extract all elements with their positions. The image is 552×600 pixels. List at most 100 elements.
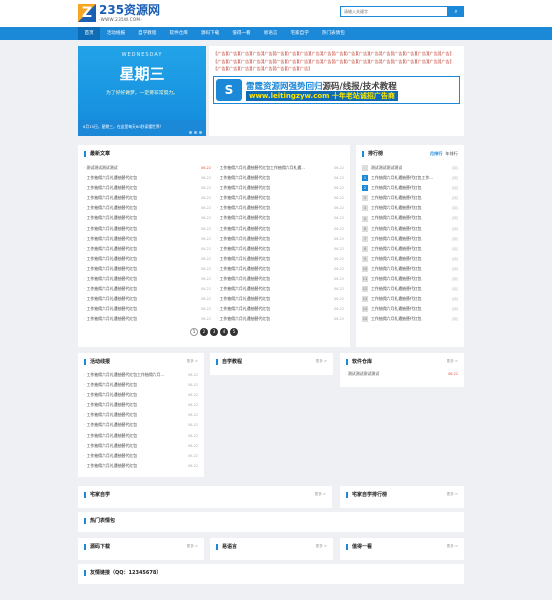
list-item[interactable]: 工作抽佣六月礼遇抽替代红包 06-22 (84, 213, 211, 223)
yi-more-link[interactable]: 更多 > (316, 544, 327, 549)
ad-link[interactable]: 【广告】 (437, 58, 454, 66)
search-button[interactable]: ⌕ (448, 6, 464, 17)
list-item[interactable]: 工作抽佣六月礼遇抽替代红包 06-22 (84, 390, 198, 400)
rank-item[interactable]: 4 工作抽佣六月礼遇抽替代红包 [阅] (362, 203, 458, 213)
list-item[interactable]: 工作抽佣六月礼遇抽替代红包 06-22 (84, 234, 211, 244)
rank-item[interactable]: 2 工作抽佣六月礼遇抽替代红包 [阅] (362, 183, 458, 193)
list-item[interactable]: 工作抽佣六月礼遇抽替代红包 06-22 (84, 294, 211, 304)
list-item[interactable]: 工作抽佣六月礼遇抽替代红包 06-22 (217, 294, 344, 304)
ad-link[interactable]: 【广告】 (225, 58, 242, 66)
list-item[interactable]: 工作抽佣六月礼遇抽替代红包 06-22 (217, 284, 344, 294)
zhaijia-rank-more-link[interactable]: 更多 > (447, 492, 458, 497)
nav-item[interactable]: 自学教程 (132, 27, 163, 40)
rank-item[interactable]: 14 工作抽佣六月礼遇抽替代红包 [阅] (362, 304, 458, 314)
ad-banner[interactable]: S 雷霆资源网强势回归源码/线报/技术教程 www.leitingzyw.com… (213, 75, 460, 104)
ad-link[interactable]: 【广告】 (402, 58, 419, 66)
software-more-link[interactable]: 更多 > (447, 359, 458, 364)
ad-link[interactable]: 【广告】 (284, 58, 301, 66)
ad-link[interactable]: 【广告】 (425, 58, 442, 66)
rank-item[interactable]: 11 工作抽佣六月礼遇抽替代红包 [阅] (362, 274, 458, 284)
list-item[interactable]: 工作抽佣六月礼遇抽替代红包 06-22 (84, 410, 198, 420)
list-item[interactable]: 工作抽佣六月礼遇抽替代红包 06-22 (217, 173, 344, 183)
nav-item[interactable]: 易语言 (257, 27, 284, 40)
list-item[interactable]: 工作抽佣六月礼遇抽替代红包工作抽佣六月礼遇... 06-22 (217, 163, 344, 173)
rank-item[interactable]: 9 工作抽佣六月礼遇抽替代红包 [阅] (362, 254, 458, 264)
nav-item[interactable]: 热门表情包 (315, 27, 351, 40)
ad-link[interactable]: 【广告】 (331, 58, 348, 66)
list-item[interactable]: 工作抽佣六月礼遇抽替代红包 06-22 (84, 314, 211, 324)
rank-item[interactable]: 1 工作抽佣六月礼遇抽替代红包工作... [阅] (362, 173, 458, 183)
carousel-dots[interactable] (189, 131, 202, 134)
list-item[interactable]: 工作抽佣六月礼遇抽替代红包 06-22 (217, 203, 344, 213)
ad-link[interactable]: 【广告】 (319, 58, 336, 66)
ad-link[interactable]: 【广告】 (248, 50, 265, 58)
list-item[interactable]: 工作抽佣六月礼遇抽替代红包 06-22 (217, 213, 344, 223)
ad-link[interactable]: 【广告】 (260, 65, 277, 73)
nav-item[interactable]: 源码下载 (194, 27, 225, 40)
list-item[interactable]: 工作抽佣六月礼遇抽替代红包 06-22 (84, 420, 198, 430)
ad-link[interactable]: 【广告】 (366, 50, 383, 58)
ad-link[interactable]: 【广告】 (237, 58, 254, 66)
ad-link[interactable]: 【广告】 (355, 50, 372, 58)
zhaijia-more-link[interactable]: 更多 > (315, 492, 326, 497)
ad-link[interactable]: 【广告】 (402, 50, 419, 58)
list-item[interactable]: 工作抽佣六月礼遇抽替代红包 06-22 (84, 380, 198, 390)
code-more-link[interactable]: 更多 > (187, 544, 198, 549)
list-item[interactable]: 工作抽佣六月礼遇抽替代红包 06-22 (84, 431, 198, 441)
page-button[interactable]: 2 (200, 327, 208, 336)
ad-link[interactable]: 【广告】 (414, 50, 431, 58)
list-item[interactable]: 工作抽佣六月礼遇抽替代红包 06-22 (217, 254, 344, 264)
list-item[interactable]: 工作抽佣六月礼遇抽替代红包 06-22 (217, 234, 344, 244)
list-item[interactable]: 工作抽佣六月礼遇抽替代红包 06-22 (217, 264, 344, 274)
nav-item[interactable]: 宅家自学 (284, 27, 315, 40)
ad-link[interactable]: 【广告】 (272, 58, 289, 66)
tab-monthly[interactable]: 月排行 (430, 151, 443, 157)
ad-link[interactable]: 【广告】 (225, 65, 242, 73)
list-item[interactable]: 测试测试测试测试 06-22 (84, 163, 211, 173)
list-item[interactable]: 工作抽佣六月礼遇抽替代红包 06-22 (84, 173, 211, 183)
hero-banner[interactable]: WEDNESDAY 星期三 为了好好做梦，一定要非常努力。 6月15日，星期三，… (78, 46, 206, 136)
rank-item[interactable]: 3 工作抽佣六月礼遇抽替代红包 [阅] (362, 193, 458, 203)
ad-link[interactable]: 【广告】 (355, 58, 372, 66)
list-item[interactable]: 工作抽佣六月礼遇抽替代红包 06-22 (84, 254, 211, 264)
ad-link[interactable]: 【广告】 (272, 50, 289, 58)
ad-link[interactable]: 【广告】 (378, 58, 395, 66)
nav-item[interactable]: 软件仓库 (163, 27, 194, 40)
ad-link[interactable]: 【广告】 (213, 65, 230, 73)
list-item[interactable]: 测试测试测试测试 06-22 (346, 369, 458, 379)
list-item[interactable]: 工作抽佣六月礼遇抽替代红包 06-22 (84, 400, 198, 410)
ad-link[interactable]: 【广告】 (296, 58, 313, 66)
list-item[interactable]: 工作抽佣六月礼遇抽替代红包 06-22 (217, 183, 344, 193)
ad-link[interactable]: 【广告】 (425, 50, 442, 58)
ad-link[interactable]: 【广告】 (414, 58, 431, 66)
list-item[interactable]: 工作抽佣六月礼遇抽替代红包 06-22 (217, 314, 344, 324)
ad-link[interactable]: 【广告】 (225, 50, 242, 58)
list-item[interactable]: 工作抽佣六月礼遇抽替代红包 06-22 (217, 244, 344, 254)
ad-link[interactable]: 【广告】 (296, 65, 313, 73)
rank-item[interactable]: 10 工作抽佣六月礼遇抽替代红包 [阅] (362, 264, 458, 274)
ad-link[interactable]: 【广告】 (366, 58, 383, 66)
ad-link[interactable]: 【广告】 (213, 50, 230, 58)
nav-item[interactable]: 活动线报 (100, 27, 131, 40)
list-item[interactable]: 工作抽佣六月礼遇抽替代红包 06-22 (217, 224, 344, 234)
ad-link[interactable]: 【广告】 (237, 50, 254, 58)
ad-link[interactable]: 【广告】 (237, 65, 254, 73)
rank-item[interactable]: 8 工作抽佣六月礼遇抽替代红包 [阅] (362, 244, 458, 254)
list-item[interactable]: 工作抽佣六月礼遇抽替代红包 06-22 (84, 244, 211, 254)
nav-item[interactable]: 首页 (78, 27, 101, 40)
ad-link[interactable]: 【广告】 (260, 58, 277, 66)
list-item[interactable]: 工作抽佣六月礼遇抽替代红包 06-22 (84, 224, 211, 234)
list-item[interactable]: 工作抽佣六月礼遇抽替代红包 06-22 (84, 461, 198, 471)
study-more-link[interactable]: 更多 > (316, 359, 327, 364)
list-item[interactable]: 工作抽佣六月礼遇抽替代红包 06-22 (217, 193, 344, 203)
ad-link[interactable]: 【广告】 (213, 58, 230, 66)
tab-yearly[interactable]: 年排行 (445, 151, 458, 157)
page-button[interactable]: 5 (230, 327, 238, 336)
ad-link[interactable]: 【广告】 (284, 50, 301, 58)
list-item[interactable]: 工作抽佣六月礼遇抽替代红包 06-22 (84, 203, 211, 213)
ad-link[interactable]: 【广告】 (343, 58, 360, 66)
page-button[interactable]: 1 (190, 327, 198, 336)
list-item[interactable]: 工作抽佣六月礼遇抽替代红包 06-22 (217, 304, 344, 314)
ad-link[interactable]: 【广告】 (390, 58, 407, 66)
ad-link[interactable]: 【广告】 (331, 50, 348, 58)
